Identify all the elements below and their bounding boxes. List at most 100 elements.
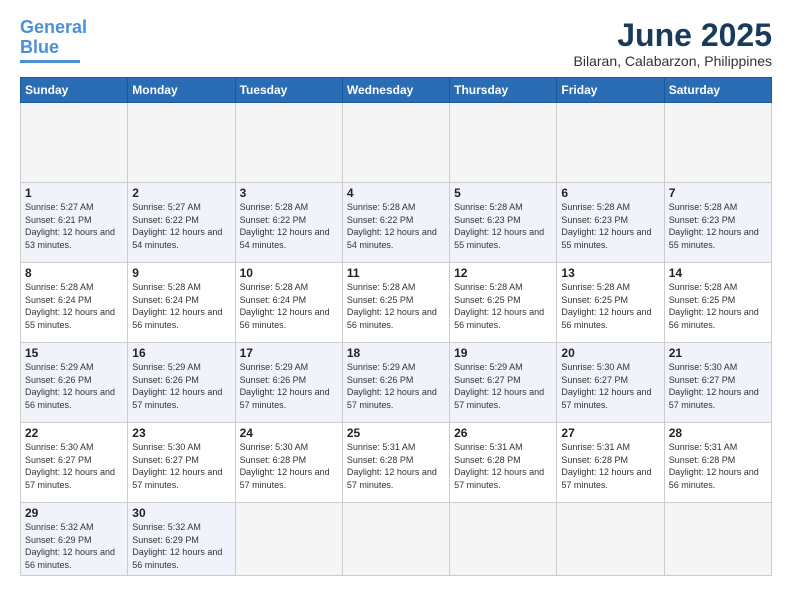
day-number: 11 bbox=[347, 266, 445, 280]
day-info: Sunrise: 5:27 AMSunset: 6:22 PMDaylight:… bbox=[132, 201, 230, 251]
day-info: Sunrise: 5:31 AMSunset: 6:28 PMDaylight:… bbox=[347, 441, 445, 491]
day-info: Sunrise: 5:29 AMSunset: 6:26 PMDaylight:… bbox=[25, 361, 123, 411]
logo-blue: Blue bbox=[20, 37, 59, 57]
calendar-cell: 9Sunrise: 5:28 AMSunset: 6:24 PMDaylight… bbox=[128, 263, 235, 343]
day-info: Sunrise: 5:30 AMSunset: 6:27 PMDaylight:… bbox=[25, 441, 123, 491]
calendar-cell: 17Sunrise: 5:29 AMSunset: 6:26 PMDayligh… bbox=[235, 343, 342, 423]
day-number: 8 bbox=[25, 266, 123, 280]
calendar-cell: 7Sunrise: 5:28 AMSunset: 6:23 PMDaylight… bbox=[664, 183, 771, 263]
day-number: 18 bbox=[347, 346, 445, 360]
day-info: Sunrise: 5:31 AMSunset: 6:28 PMDaylight:… bbox=[561, 441, 659, 491]
day-number: 26 bbox=[454, 426, 552, 440]
column-header-sunday: Sunday bbox=[21, 78, 128, 103]
column-header-saturday: Saturday bbox=[664, 78, 771, 103]
day-info: Sunrise: 5:28 AMSunset: 6:22 PMDaylight:… bbox=[240, 201, 338, 251]
day-number: 22 bbox=[25, 426, 123, 440]
day-number: 27 bbox=[561, 426, 659, 440]
day-info: Sunrise: 5:30 AMSunset: 6:27 PMDaylight:… bbox=[561, 361, 659, 411]
calendar-table: SundayMondayTuesdayWednesdayThursdayFrid… bbox=[20, 77, 772, 575]
calendar-cell: 18Sunrise: 5:29 AMSunset: 6:26 PMDayligh… bbox=[342, 343, 449, 423]
day-info: Sunrise: 5:31 AMSunset: 6:28 PMDaylight:… bbox=[669, 441, 767, 491]
calendar-cell: 30Sunrise: 5:32 AMSunset: 6:29 PMDayligh… bbox=[128, 503, 235, 575]
calendar-cell: 26Sunrise: 5:31 AMSunset: 6:28 PMDayligh… bbox=[450, 423, 557, 503]
day-info: Sunrise: 5:30 AMSunset: 6:27 PMDaylight:… bbox=[669, 361, 767, 411]
calendar-cell: 11Sunrise: 5:28 AMSunset: 6:25 PMDayligh… bbox=[342, 263, 449, 343]
day-info: Sunrise: 5:29 AMSunset: 6:26 PMDaylight:… bbox=[240, 361, 338, 411]
calendar-cell: 23Sunrise: 5:30 AMSunset: 6:27 PMDayligh… bbox=[128, 423, 235, 503]
day-info: Sunrise: 5:30 AMSunset: 6:28 PMDaylight:… bbox=[240, 441, 338, 491]
calendar-cell: 3Sunrise: 5:28 AMSunset: 6:22 PMDaylight… bbox=[235, 183, 342, 263]
day-number: 9 bbox=[132, 266, 230, 280]
calendar-cell: 15Sunrise: 5:29 AMSunset: 6:26 PMDayligh… bbox=[21, 343, 128, 423]
calendar-cell: 25Sunrise: 5:31 AMSunset: 6:28 PMDayligh… bbox=[342, 423, 449, 503]
day-number: 7 bbox=[669, 186, 767, 200]
day-info: Sunrise: 5:30 AMSunset: 6:27 PMDaylight:… bbox=[132, 441, 230, 491]
calendar-cell: 13Sunrise: 5:28 AMSunset: 6:25 PMDayligh… bbox=[557, 263, 664, 343]
title-area: June 2025 Bilaran, Calabarzon, Philippin… bbox=[574, 18, 772, 69]
day-info: Sunrise: 5:29 AMSunset: 6:27 PMDaylight:… bbox=[454, 361, 552, 411]
day-info: Sunrise: 5:28 AMSunset: 6:24 PMDaylight:… bbox=[240, 281, 338, 331]
day-number: 21 bbox=[669, 346, 767, 360]
day-number: 16 bbox=[132, 346, 230, 360]
calendar-cell bbox=[664, 503, 771, 575]
day-number: 29 bbox=[25, 506, 123, 520]
day-number: 3 bbox=[240, 186, 338, 200]
day-number: 12 bbox=[454, 266, 552, 280]
day-info: Sunrise: 5:28 AMSunset: 6:23 PMDaylight:… bbox=[454, 201, 552, 251]
calendar-cell bbox=[342, 103, 449, 183]
calendar-cell: 28Sunrise: 5:31 AMSunset: 6:28 PMDayligh… bbox=[664, 423, 771, 503]
day-info: Sunrise: 5:28 AMSunset: 6:24 PMDaylight:… bbox=[25, 281, 123, 331]
day-number: 30 bbox=[132, 506, 230, 520]
column-header-tuesday: Tuesday bbox=[235, 78, 342, 103]
header-row: SundayMondayTuesdayWednesdayThursdayFrid… bbox=[21, 78, 772, 103]
calendar-cell: 6Sunrise: 5:28 AMSunset: 6:23 PMDaylight… bbox=[557, 183, 664, 263]
calendar-cell: 24Sunrise: 5:30 AMSunset: 6:28 PMDayligh… bbox=[235, 423, 342, 503]
day-number: 17 bbox=[240, 346, 338, 360]
calendar-cell: 29Sunrise: 5:32 AMSunset: 6:29 PMDayligh… bbox=[21, 503, 128, 575]
logo-general: General bbox=[20, 17, 87, 37]
calendar-cell: 5Sunrise: 5:28 AMSunset: 6:23 PMDaylight… bbox=[450, 183, 557, 263]
calendar-cell bbox=[235, 103, 342, 183]
calendar-cell bbox=[450, 103, 557, 183]
day-number: 1 bbox=[25, 186, 123, 200]
calendar-cell: 8Sunrise: 5:28 AMSunset: 6:24 PMDaylight… bbox=[21, 263, 128, 343]
day-number: 10 bbox=[240, 266, 338, 280]
day-info: Sunrise: 5:28 AMSunset: 6:22 PMDaylight:… bbox=[347, 201, 445, 251]
calendar-cell bbox=[342, 503, 449, 575]
calendar-cell: 14Sunrise: 5:28 AMSunset: 6:25 PMDayligh… bbox=[664, 263, 771, 343]
day-info: Sunrise: 5:27 AMSunset: 6:21 PMDaylight:… bbox=[25, 201, 123, 251]
calendar-cell: 12Sunrise: 5:28 AMSunset: 6:25 PMDayligh… bbox=[450, 263, 557, 343]
calendar-cell: 20Sunrise: 5:30 AMSunset: 6:27 PMDayligh… bbox=[557, 343, 664, 423]
calendar-subtitle: Bilaran, Calabarzon, Philippines bbox=[574, 53, 772, 69]
calendar-cell bbox=[128, 103, 235, 183]
day-number: 23 bbox=[132, 426, 230, 440]
logo-text: General Blue bbox=[20, 18, 87, 58]
day-info: Sunrise: 5:29 AMSunset: 6:26 PMDaylight:… bbox=[347, 361, 445, 411]
calendar-cell: 1Sunrise: 5:27 AMSunset: 6:21 PMDaylight… bbox=[21, 183, 128, 263]
day-number: 4 bbox=[347, 186, 445, 200]
day-number: 5 bbox=[454, 186, 552, 200]
calendar-cell: 10Sunrise: 5:28 AMSunset: 6:24 PMDayligh… bbox=[235, 263, 342, 343]
day-number: 25 bbox=[347, 426, 445, 440]
calendar-cell bbox=[450, 503, 557, 575]
calendar-cell: 19Sunrise: 5:29 AMSunset: 6:27 PMDayligh… bbox=[450, 343, 557, 423]
day-number: 13 bbox=[561, 266, 659, 280]
logo-underline bbox=[20, 60, 80, 63]
day-number: 24 bbox=[240, 426, 338, 440]
column-header-monday: Monday bbox=[128, 78, 235, 103]
calendar-cell bbox=[235, 503, 342, 575]
calendar-cell: 4Sunrise: 5:28 AMSunset: 6:22 PMDaylight… bbox=[342, 183, 449, 263]
day-info: Sunrise: 5:28 AMSunset: 6:24 PMDaylight:… bbox=[132, 281, 230, 331]
day-info: Sunrise: 5:29 AMSunset: 6:26 PMDaylight:… bbox=[132, 361, 230, 411]
calendar-cell bbox=[557, 503, 664, 575]
day-info: Sunrise: 5:28 AMSunset: 6:25 PMDaylight:… bbox=[669, 281, 767, 331]
column-header-wednesday: Wednesday bbox=[342, 78, 449, 103]
day-info: Sunrise: 5:28 AMSunset: 6:23 PMDaylight:… bbox=[669, 201, 767, 251]
column-header-friday: Friday bbox=[557, 78, 664, 103]
day-info: Sunrise: 5:28 AMSunset: 6:25 PMDaylight:… bbox=[561, 281, 659, 331]
day-number: 28 bbox=[669, 426, 767, 440]
day-info: Sunrise: 5:32 AMSunset: 6:29 PMDaylight:… bbox=[132, 521, 230, 571]
calendar-cell bbox=[21, 103, 128, 183]
header: General Blue June 2025 Bilaran, Calabarz… bbox=[20, 18, 772, 69]
day-number: 14 bbox=[669, 266, 767, 280]
